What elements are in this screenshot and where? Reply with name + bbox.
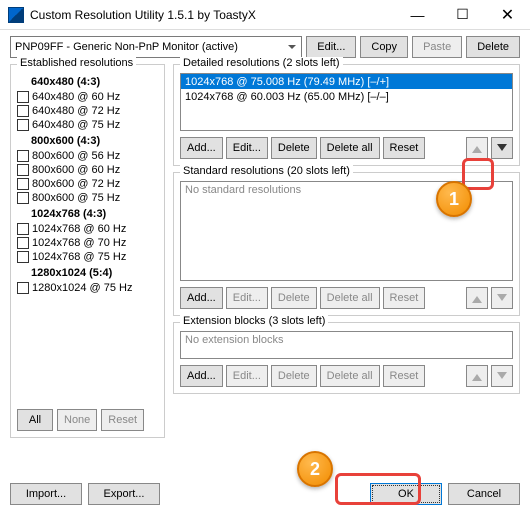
res-item[interactable]: 800x600 @ 56 Hz: [17, 149, 158, 163]
arrow-up-icon: [472, 141, 482, 153]
callout-1: 1: [436, 181, 472, 217]
checkbox[interactable]: [17, 282, 29, 294]
res-item-label: 640x480 @ 72 Hz: [32, 105, 120, 117]
export-button[interactable]: Export...: [88, 483, 160, 505]
res-item[interactable]: 800x600 @ 75 Hz: [17, 191, 158, 205]
app-icon: [8, 7, 24, 23]
res-item[interactable]: 800x600 @ 72 Hz: [17, 177, 158, 191]
detailed-down-button[interactable]: [491, 137, 513, 159]
extension-up-button[interactable]: [466, 365, 488, 387]
detailed-listbox[interactable]: 1024x768 @ 75.008 Hz (79.49 MHz) [–/+] 1…: [180, 73, 513, 131]
detailed-up-button[interactable]: [466, 137, 488, 159]
highlight-box-1: [462, 158, 494, 190]
res-item[interactable]: 1024x768 @ 60 Hz: [17, 222, 158, 236]
extension-delete-button[interactable]: Delete: [271, 365, 317, 387]
maximize-button[interactable]: ☐: [440, 0, 485, 30]
standard-edit-button[interactable]: Edit...: [226, 287, 268, 309]
detailed-title: Detailed resolutions (2 slots left): [180, 57, 343, 69]
standard-add-button[interactable]: Add...: [180, 287, 223, 309]
res-item-label: 1024x768 @ 75 Hz: [32, 251, 126, 263]
res-item[interactable]: 1024x768 @ 75 Hz: [17, 250, 158, 264]
standard-delete-button[interactable]: Delete: [271, 287, 317, 309]
all-button[interactable]: All: [17, 409, 53, 431]
monitor-select[interactable]: PNP09FF - Generic Non-PnP Monitor (activ…: [10, 36, 302, 58]
checkbox[interactable]: [17, 178, 29, 190]
standard-down-button[interactable]: [491, 287, 513, 309]
checkbox[interactable]: [17, 192, 29, 204]
arrow-down-icon: [497, 372, 507, 384]
res-item-label: 800x600 @ 60 Hz: [32, 164, 120, 176]
checkbox[interactable]: [17, 223, 29, 235]
res-item-label: 1024x768 @ 60 Hz: [32, 223, 126, 235]
res-group-header: 800x600 (4:3): [17, 132, 158, 149]
res-item-label: 640x480 @ 60 Hz: [32, 91, 120, 103]
res-item-label: 1280x1024 @ 75 Hz: [32, 282, 132, 294]
arrow-up-icon: [472, 291, 482, 303]
detailed-edit-button[interactable]: Edit...: [226, 137, 268, 159]
checkbox[interactable]: [17, 105, 29, 117]
standard-deleteall-button[interactable]: Delete all: [320, 287, 380, 309]
res-item[interactable]: 1024x768 @ 70 Hz: [17, 236, 158, 250]
checkbox[interactable]: [17, 164, 29, 176]
res-group-header: 1024x768 (4:3): [17, 205, 158, 222]
delete-monitor-button[interactable]: Delete: [466, 36, 520, 58]
detailed-add-button[interactable]: Add...: [180, 137, 223, 159]
arrow-down-icon: [497, 144, 507, 156]
detailed-row-0[interactable]: 1024x768 @ 75.008 Hz (79.49 MHz) [–/+]: [181, 74, 512, 89]
res-group-header: 640x480 (4:3): [17, 73, 158, 90]
res-group-header: 1280x1024 (5:4): [17, 264, 158, 281]
edit-monitor-button[interactable]: Edit...: [306, 36, 356, 58]
res-item[interactable]: 640x480 @ 72 Hz: [17, 104, 158, 118]
res-item[interactable]: 800x600 @ 60 Hz: [17, 163, 158, 177]
checkbox[interactable]: [17, 251, 29, 263]
res-item[interactable]: 640x480 @ 75 Hz: [17, 118, 158, 132]
cancel-button[interactable]: Cancel: [448, 483, 520, 505]
copy-button[interactable]: Copy: [360, 36, 408, 58]
standard-up-button[interactable]: [466, 287, 488, 309]
checkbox[interactable]: [17, 119, 29, 131]
standard-reset-button[interactable]: Reset: [383, 287, 426, 309]
callout-2: 2: [297, 451, 333, 487]
detailed-row-1[interactable]: 1024x768 @ 60.003 Hz (65.00 MHz) [–/–]: [181, 89, 512, 104]
standard-title: Standard resolutions (20 slots left): [180, 165, 353, 177]
checkbox[interactable]: [17, 237, 29, 249]
reset-established-button[interactable]: Reset: [101, 409, 144, 431]
established-title: Established resolutions: [17, 57, 136, 69]
res-item-label: 800x600 @ 75 Hz: [32, 192, 120, 204]
res-item-label: 800x600 @ 72 Hz: [32, 178, 120, 190]
extension-title: Extension blocks (3 slots left): [180, 315, 328, 327]
checkbox[interactable]: [17, 150, 29, 162]
extension-edit-button[interactable]: Edit...: [226, 365, 268, 387]
detailed-reset-button[interactable]: Reset: [383, 137, 426, 159]
res-item-label: 800x600 @ 56 Hz: [32, 150, 120, 162]
extension-reset-button[interactable]: Reset: [383, 365, 426, 387]
established-list: 640x480 (4:3)640x480 @ 60 Hz 640x480 @ 72…: [17, 73, 158, 405]
detailed-deleteall-button[interactable]: Delete all: [320, 137, 380, 159]
detailed-delete-button[interactable]: Delete: [271, 137, 317, 159]
res-item[interactable]: 1280x1024 @ 75 Hz: [17, 281, 158, 295]
none-button[interactable]: None: [57, 409, 97, 431]
checkbox[interactable]: [17, 91, 29, 103]
highlight-box-2: [335, 473, 421, 505]
import-button[interactable]: Import...: [10, 483, 82, 505]
extension-deleteall-button[interactable]: Delete all: [320, 365, 380, 387]
close-button[interactable]: ✕: [485, 0, 530, 30]
extension-add-button[interactable]: Add...: [180, 365, 223, 387]
paste-button[interactable]: Paste: [412, 36, 462, 58]
arrow-down-icon: [497, 294, 507, 306]
monitor-selected-text: PNP09FF - Generic Non-PnP Monitor (activ…: [15, 41, 238, 53]
minimize-button[interactable]: —: [395, 0, 440, 30]
extension-down-button[interactable]: [491, 365, 513, 387]
arrow-up-icon: [472, 369, 482, 381]
res-item-label: 1024x768 @ 70 Hz: [32, 237, 126, 249]
extension-listbox[interactable]: No extension blocks: [180, 331, 513, 359]
window-title: Custom Resolution Utility 1.5.1 by Toast…: [30, 8, 395, 22]
res-item[interactable]: 640x480 @ 60 Hz: [17, 90, 158, 104]
res-item-label: 640x480 @ 75 Hz: [32, 119, 120, 131]
